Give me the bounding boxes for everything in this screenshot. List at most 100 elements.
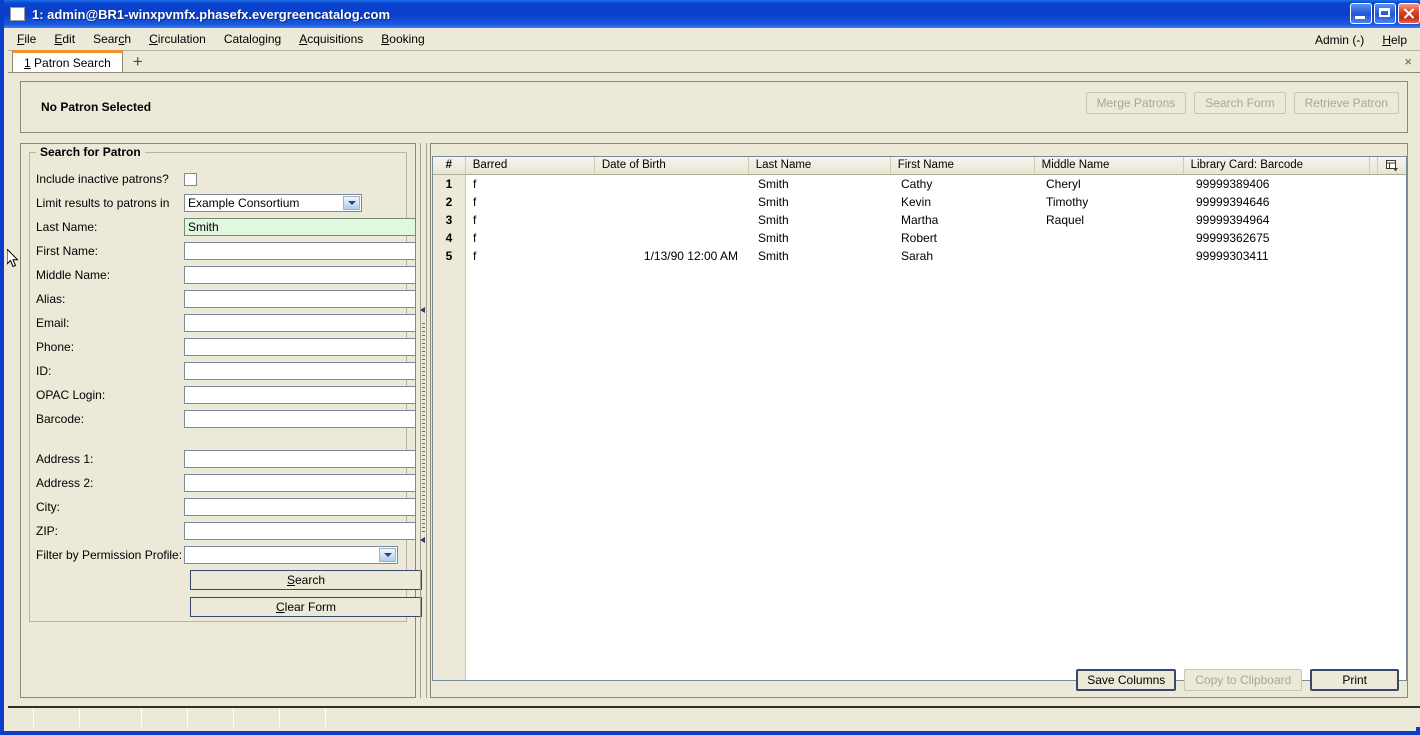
field-row-alias: Alias:	[36, 287, 416, 311]
menu-item-search[interactable]: Search	[84, 29, 140, 49]
first-name-input[interactable]	[184, 242, 416, 260]
label-opac-login: OPAC Login:	[36, 388, 106, 402]
status-cell-3	[80, 708, 142, 727]
print-button[interactable]: Print	[1310, 669, 1399, 691]
column-header-number[interactable]: #	[433, 157, 466, 174]
menu-item-acquisitions[interactable]: Acquisitions	[290, 29, 372, 49]
window-title: 1: admin@BR1-winxpvmfx.phasefx.evergreen…	[32, 6, 391, 22]
email-input[interactable]	[184, 314, 416, 332]
splitter-grip[interactable]	[422, 323, 425, 533]
search-group-title: Search for Patron	[36, 145, 145, 159]
label-address-1: Address 1:	[36, 452, 94, 466]
table-row[interactable]: 4 f Smith Robert 99999362675	[433, 229, 1406, 247]
cell-row-number: 1	[433, 175, 466, 193]
minimize-button[interactable]	[1350, 3, 1372, 24]
chevron-down-icon[interactable]	[379, 548, 396, 562]
close-tab-icon[interactable]: ×	[1404, 54, 1412, 69]
clear-form-button[interactable]: Clear Form	[190, 597, 422, 617]
maximize-button[interactable]	[1374, 3, 1396, 24]
label-email: Email:	[36, 316, 70, 330]
column-picker-icon[interactable]	[1377, 157, 1406, 174]
cell-barred: f	[473, 177, 477, 191]
content-area: No Patron Selected Merge Patrons Search …	[8, 73, 1420, 710]
column-header-library-card-barcode[interactable]: Library Card: Barcode	[1184, 157, 1371, 174]
menu-item-circulation[interactable]: Circulation	[140, 29, 215, 49]
tab-patron-search[interactable]: 1 Patron Search	[12, 50, 123, 72]
column-header-date-of-birth[interactable]: Date of Birth	[595, 157, 749, 174]
phone-input[interactable]	[184, 338, 416, 356]
field-row-limit-results: Limit results to patrons in Example Cons…	[36, 191, 362, 215]
column-header-middle-name[interactable]: Middle Name	[1035, 157, 1184, 174]
cell-middle-name: Timothy	[1046, 195, 1089, 209]
copy-to-clipboard-button[interactable]: Copy to Clipboard	[1184, 669, 1303, 691]
title-bar: 1: admin@BR1-winxpvmfx.phasefx.evergreen…	[4, 0, 1420, 28]
id-input[interactable]	[184, 362, 416, 380]
alias-input[interactable]	[184, 290, 416, 308]
field-row-include-inactive: Include inactive patrons?	[36, 167, 197, 191]
city-input[interactable]	[184, 498, 416, 516]
cell-library-card-barcode: 99999362675	[1196, 231, 1270, 245]
save-columns-button[interactable]: Save Columns	[1076, 669, 1177, 691]
address-1-input[interactable]	[184, 450, 416, 468]
address-2-input[interactable]	[184, 474, 416, 492]
merge-patrons-button[interactable]: Merge Patrons	[1085, 92, 1187, 114]
column-header-spacer	[1370, 157, 1377, 174]
status-cell-5	[188, 708, 234, 727]
patron-status-text: No Patron Selected	[41, 100, 152, 114]
menu-item-file[interactable]: File	[8, 29, 45, 49]
menu-item-help[interactable]: Help	[1373, 30, 1416, 50]
cell-row-number: 5	[433, 247, 466, 265]
cell-last-name: Smith	[758, 213, 789, 227]
splitter-line-left	[420, 143, 421, 698]
column-header-barred[interactable]: Barred	[466, 157, 595, 174]
search-form-button[interactable]: Search Form	[1194, 92, 1286, 114]
include-inactive-checkbox[interactable]	[184, 172, 197, 186]
close-button[interactable]	[1398, 3, 1420, 24]
field-row-last-name: Last Name:	[36, 215, 416, 239]
search-button[interactable]: Search	[190, 570, 422, 590]
table-row[interactable]: 2 f Smith Kevin Timothy 99999394646	[433, 193, 1406, 211]
permission-profile-combo[interactable]	[184, 546, 398, 564]
field-row-city: City:	[36, 495, 416, 519]
limit-results-value: Example Consortium	[188, 196, 300, 210]
menu-item-edit[interactable]: Edit	[45, 29, 84, 49]
opac-login-input[interactable]	[184, 386, 416, 404]
label-include-inactive: Include inactive patrons?	[36, 172, 169, 186]
cell-first-name: Cathy	[901, 177, 933, 191]
application-window: 1: admin@BR1-winxpvmfx.phasefx.evergreen…	[0, 0, 1420, 735]
field-row-first-name: First Name:	[36, 239, 416, 263]
middle-name-input[interactable]	[184, 266, 416, 284]
label-last-name: Last Name:	[36, 220, 98, 234]
splitter-collapse-left-icon[interactable]	[420, 305, 427, 314]
column-header-first-name[interactable]: First Name	[891, 157, 1035, 174]
label-id: ID:	[36, 364, 52, 378]
splitter-expand-left-icon[interactable]	[420, 535, 427, 544]
cell-middle-name	[1039, 229, 1189, 247]
table-row[interactable]: 1 f Smith Cathy Cheryl 99999389406	[433, 175, 1406, 193]
label-first-name: First Name:	[36, 244, 99, 258]
table-row[interactable]: 3 f Smith Martha Raquel 99999394964	[433, 211, 1406, 229]
patron-results-table: # Barred Date of Birth Last Name First N…	[432, 156, 1407, 681]
cell-date-of-birth	[596, 229, 751, 247]
chevron-down-icon[interactable]	[343, 196, 360, 210]
cell-middle-name: Cheryl	[1046, 177, 1081, 191]
status-cell-1	[8, 708, 34, 727]
zip-input[interactable]	[184, 522, 416, 540]
menu-item-cataloging[interactable]: Cataloging	[215, 29, 290, 49]
last-name-input[interactable]	[184, 218, 416, 236]
table-row[interactable]: 5 f 1/13/90 12:00 AM Smith Sarah 99999303411	[433, 247, 1406, 265]
status-cell-6	[234, 708, 280, 727]
limit-results-combo[interactable]: Example Consortium	[184, 194, 362, 212]
pane-splitter[interactable]	[417, 143, 430, 698]
retrieve-patron-button[interactable]: Retrieve Patron	[1293, 92, 1399, 114]
cell-barred: f	[473, 249, 477, 263]
field-row-barcode: Barcode:	[36, 407, 416, 431]
new-tab-icon[interactable]: +	[127, 52, 149, 72]
search-for-patron-group: Search for Patron Include inactive patro…	[29, 145, 422, 622]
field-row-permission-profile: Filter by Permission Profile:	[36, 543, 398, 567]
menu-item-booking[interactable]: Booking	[372, 29, 433, 49]
menu-item-admin[interactable]: Admin (-)	[1306, 30, 1373, 50]
barcode-input[interactable]	[184, 410, 416, 428]
results-action-buttons: Save Columns Copy to Clipboard Print	[1076, 669, 1399, 691]
column-header-last-name[interactable]: Last Name	[749, 157, 891, 174]
